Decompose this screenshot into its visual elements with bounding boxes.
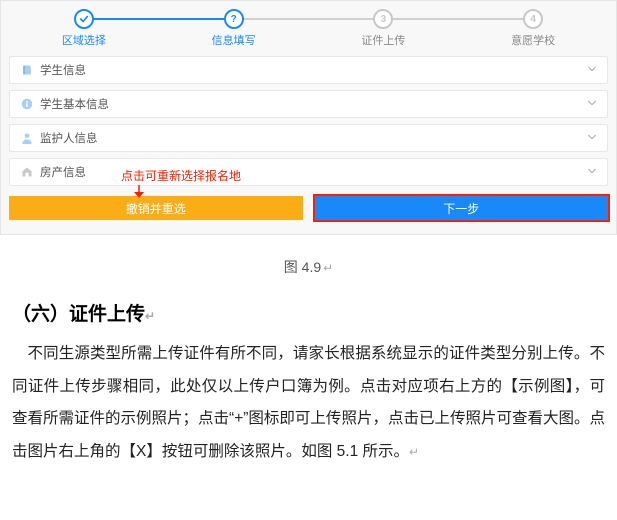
section-paragraph: 不同生源类型所需上传证件有所不同，请家长根据系统显示的证件类型分别上传。不同证件… <box>12 338 605 468</box>
home-icon <box>20 166 34 178</box>
chevron-down-icon <box>587 95 597 113</box>
step-label: 证件上传 <box>361 32 405 48</box>
step-upload[interactable]: 3 证件上传 <box>309 9 459 48</box>
chevron-down-icon <box>587 129 597 147</box>
info-icon <box>20 98 34 110</box>
chevron-down-icon <box>587 61 597 79</box>
card-guardian[interactable]: 监护人信息 <box>9 124 608 152</box>
card-title: 学生信息 <box>40 62 597 78</box>
reset-button[interactable]: 撤销并重选 <box>9 196 303 220</box>
step-info[interactable]: ? 信息填写 <box>159 9 309 48</box>
next-button[interactable]: 下一步 <box>315 196 609 220</box>
card-student-basic[interactable]: 学生基本信息 <box>9 90 608 118</box>
step-label: 区域选择 <box>62 32 106 48</box>
section-heading: （六）证件上传↵ <box>12 299 605 326</box>
card-student-info[interactable]: 学生信息 <box>9 56 608 84</box>
card-title: 房产信息 <box>40 164 597 180</box>
step-label: 信息填写 <box>212 32 256 48</box>
card-title: 监护人信息 <box>40 130 597 146</box>
person-icon <box>20 132 34 144</box>
step-bar: 区域选择 ? 信息填写 3 证件上传 4 意愿学校 <box>9 9 608 48</box>
app-form-screenshot: 区域选择 ? 信息填写 3 证件上传 4 意愿学校 学生信息 学生基本信息 <box>0 0 617 235</box>
step-school[interactable]: 4 意愿学校 <box>458 9 608 48</box>
chevron-down-icon <box>587 163 597 181</box>
card-title: 学生基本信息 <box>40 96 597 112</box>
step-region[interactable]: 区域选择 <box>9 9 159 48</box>
step-num: 3 <box>373 9 393 29</box>
figure-caption: 图 4.9↵ <box>0 257 617 277</box>
step-label: 意愿学校 <box>511 32 555 48</box>
step-num: 4 <box>523 9 543 29</box>
book-icon <box>20 64 34 76</box>
card-property[interactable]: 房产信息 <box>9 158 608 186</box>
